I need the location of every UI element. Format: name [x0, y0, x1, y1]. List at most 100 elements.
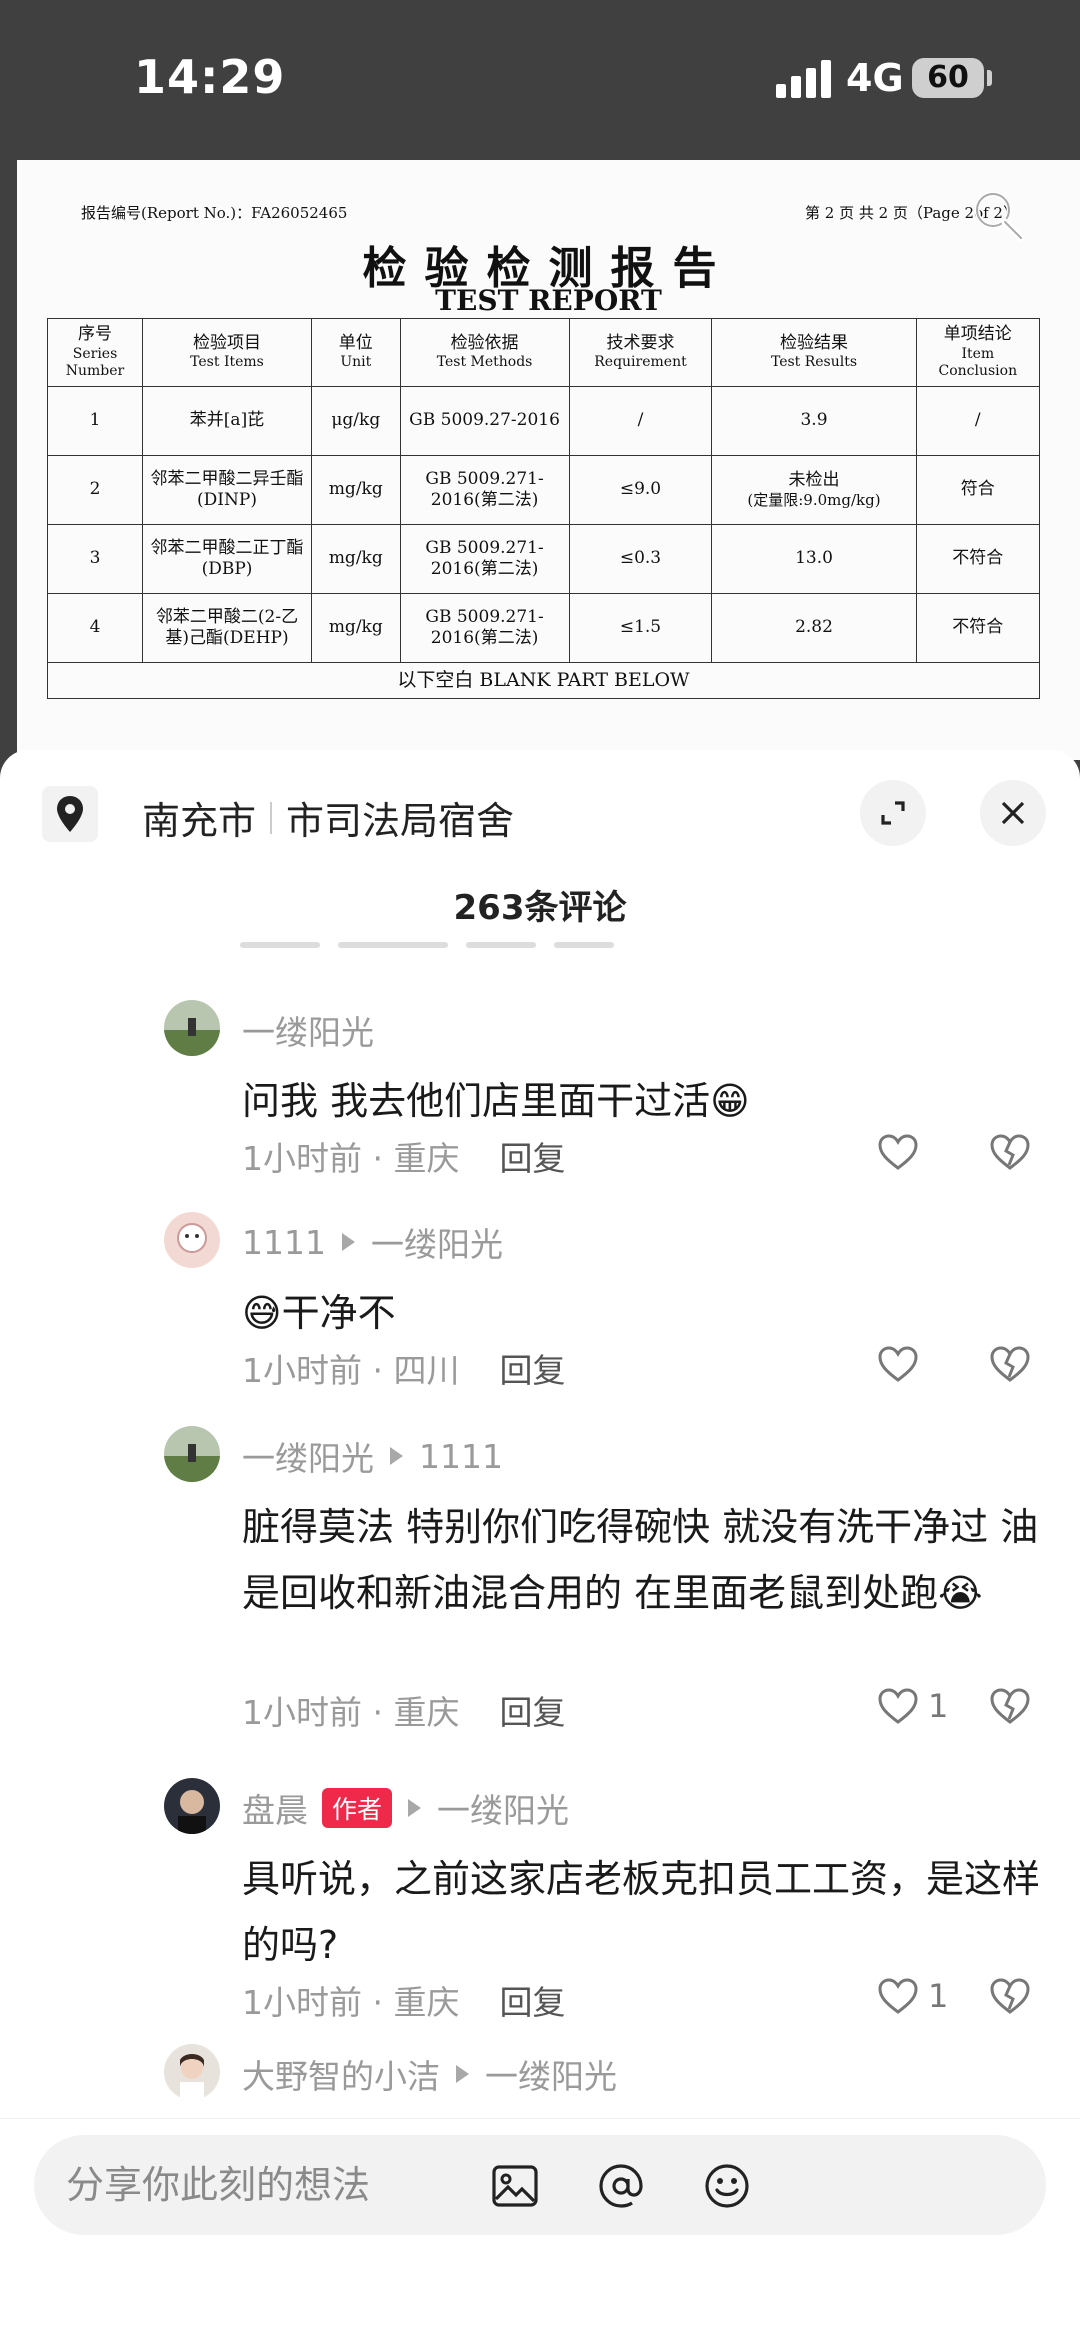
comment-text: 问我 我去他们店里面干过活😁 [242, 1079, 750, 1123]
cell-result: 3.9 [711, 386, 917, 456]
cell-item: 邻苯二甲酸二正丁酯(DBP) [142, 524, 312, 594]
heart-icon [878, 1134, 918, 1170]
like-button[interactable] [876, 1344, 928, 1384]
comment-time: 1小时前 · 重庆 [242, 1983, 460, 2022]
report-blank-row: 以下空白 BLANK PART BELOW [47, 662, 1040, 699]
image-icon[interactable] [490, 2161, 540, 2211]
avatar[interactable] [164, 1212, 220, 1268]
dislike-button[interactable] [988, 1132, 1032, 1176]
cell-unit: mg/kg [310, 455, 401, 525]
partial-comment-row [240, 942, 1040, 954]
cell-conclusion: 不符合 [915, 524, 1041, 594]
reply-arrow-icon [408, 1799, 422, 1817]
like-button[interactable]: 1 [876, 1686, 948, 1726]
like-button[interactable]: 1 [876, 1976, 948, 2016]
avatar[interactable] [164, 2044, 220, 2100]
cell-requirement: / [568, 386, 713, 456]
report-subtitle: TEST REPORT [435, 284, 662, 317]
report-row: 4 邻苯二甲酸二(2-乙基)己酯(DEHP) mg/kg GB 5009.271… [46, 593, 1041, 663]
report-row: 2 邻苯二甲酸二异壬酯(DINP) mg/kg GB 5009.271-2016… [46, 455, 1041, 525]
comment-time: 1小时前 · 重庆 [242, 1693, 460, 1732]
close-button[interactable] [980, 780, 1046, 846]
cell-unit: mg/kg [310, 593, 401, 663]
cell-method: GB 5009.271-2016(第二法) [399, 593, 570, 663]
comment-meta: 1小时前 · 重庆 回复 [242, 1132, 565, 1180]
cell-unit: μg/kg [310, 386, 401, 456]
cell-result: 未检出 (定量限:9.0mg/kg) [711, 455, 917, 525]
cell-no: 2 [46, 455, 144, 525]
comment-input-container[interactable] [34, 2135, 1046, 2235]
comment-username[interactable]: 盘晨 [242, 1784, 308, 1832]
location-place: 市司法局宿舍 [286, 799, 515, 843]
cell-requirement: ≤9.0 [568, 455, 713, 525]
search-icon[interactable] [969, 186, 1029, 246]
cell-item: 邻苯二甲酸二异壬酯(DINP) [142, 455, 312, 525]
like-button[interactable] [876, 1132, 928, 1172]
cell-method: GB 5009.271-2016(第二法) [399, 524, 570, 594]
comment-text: 脏得莫法 特别你们吃得碗快 就没有洗干净过 油是回收和新油混合用的 在里面老鼠到… [242, 1505, 1039, 1615]
cell-no: 3 [46, 524, 144, 594]
comment-header: 一缕阳光 [242, 1006, 374, 1054]
comment-text: 😅干净不 [242, 1291, 396, 1335]
status-bar: 14:29 4G 60 [0, 0, 1080, 160]
comment-meta: 1小时前 · 重庆 回复 [242, 1686, 565, 1734]
location-label[interactable]: 南充市 市司法局宿舍 [142, 790, 514, 845]
reply-to-username[interactable]: 一缕阳光 [437, 1784, 569, 1832]
reply-to-username[interactable]: 一缕阳光 [371, 1218, 503, 1266]
header-cell: 检验依据 Test Methods [399, 318, 570, 387]
at-icon[interactable] [596, 2161, 646, 2211]
test-report-image[interactable]: 报告编号(Report No.)：FA26052465 第 2 页 共 2 页（… [17, 160, 1080, 760]
comment-username[interactable]: 1111 [242, 1223, 326, 1262]
comment-meta: 1小时前 · 重庆 回复 [242, 1976, 565, 2024]
header-cell: 单位 Unit [310, 318, 401, 387]
cell-conclusion: 不符合 [915, 593, 1041, 663]
like-count: 1 [928, 1687, 949, 1725]
heart-icon [878, 1688, 918, 1724]
expand-button[interactable] [860, 780, 926, 846]
location-city: 南充市 [142, 799, 257, 843]
cell-requirement: ≤1.5 [568, 593, 713, 663]
expand-icon [881, 801, 905, 825]
comment-meta: 1小时前 · 四川 回复 [242, 1344, 565, 1392]
report-header-row: 序号 Series Number 检验项目 Test Items 单位 Unit 检验… [46, 318, 1041, 387]
comment-time: 1小时前 · 四川 [242, 1351, 460, 1390]
dislike-button[interactable] [988, 1976, 1032, 2020]
cell-requirement: ≤0.3 [568, 524, 713, 594]
heart-icon [878, 1346, 918, 1382]
avatar[interactable] [164, 1426, 220, 1482]
reply-button[interactable]: 回复 [499, 1139, 565, 1178]
dislike-button[interactable] [988, 1344, 1032, 1388]
avatar[interactable] [164, 1778, 220, 1834]
cell-no: 4 [46, 593, 144, 663]
cell-result: 13.0 [711, 524, 917, 594]
reply-button[interactable]: 回复 [499, 1983, 565, 2022]
report-row: 1 苯并[a]芘 μg/kg GB 5009.27-2016 / 3.9 / [46, 386, 1041, 456]
header-cell: 序号 Series Number [46, 318, 144, 387]
comment-sheet: 南充市 市司法局宿舍 263条评论 一缕阳光 问我 我去他们店里面干过活😁 1小… [0, 750, 1080, 2341]
comment-username[interactable]: 一缕阳光 [242, 1432, 374, 1480]
reply-to-username[interactable]: 一缕阳光 [485, 2050, 617, 2098]
location-pin-icon [42, 786, 98, 842]
heart-icon [878, 1978, 918, 2014]
header-cell: 检验结果 Test Results [711, 318, 917, 387]
comment-username[interactable]: 大野智的小洁 [242, 2050, 440, 2098]
dislike-button[interactable] [988, 1686, 1032, 1730]
cell-method: GB 5009.271-2016(第二法) [399, 455, 570, 525]
reply-to-username[interactable]: 1111 [419, 1437, 503, 1476]
avatar[interactable] [164, 1000, 220, 1056]
comment-username[interactable]: 一缕阳光 [242, 1006, 374, 1054]
broken-heart-icon [990, 1688, 1030, 1724]
cell-no: 1 [46, 386, 144, 456]
comment-header: 一缕阳光 1111 [242, 1432, 503, 1480]
close-icon [1001, 801, 1025, 825]
comment-header: 盘晨 作者 一缕阳光 [242, 1784, 569, 1832]
status-time: 14:29 [134, 50, 286, 104]
reply-button[interactable]: 回复 [499, 1351, 565, 1390]
comment-input-bar [0, 2118, 1080, 2341]
author-badge: 作者 [322, 1788, 393, 1828]
report-number: 报告编号(Report No.)：FA26052465 [81, 204, 348, 222]
cell-conclusion: / [915, 386, 1041, 456]
reply-button[interactable]: 回复 [499, 1693, 565, 1732]
emoji-icon[interactable] [702, 2161, 752, 2211]
location-separator [270, 801, 273, 834]
